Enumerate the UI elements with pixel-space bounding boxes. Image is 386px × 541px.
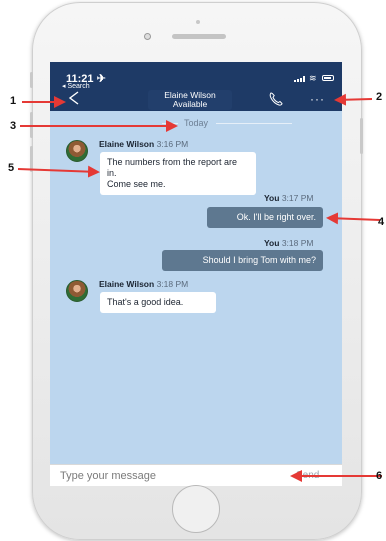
callout-arrow-5 — [17, 165, 100, 178]
callout-2: 2 — [376, 91, 383, 103]
callout-6: 6 — [376, 470, 383, 482]
callout-4: 4 — [378, 216, 385, 228]
callout-5: 5 — [8, 162, 15, 174]
callout-3: 3 — [10, 120, 17, 132]
callout-1: 1 — [10, 95, 17, 107]
callout-arrow-2 — [334, 93, 373, 106]
callout-arrow-4 — [326, 212, 381, 225]
callout-arrows — [17, 93, 382, 482]
